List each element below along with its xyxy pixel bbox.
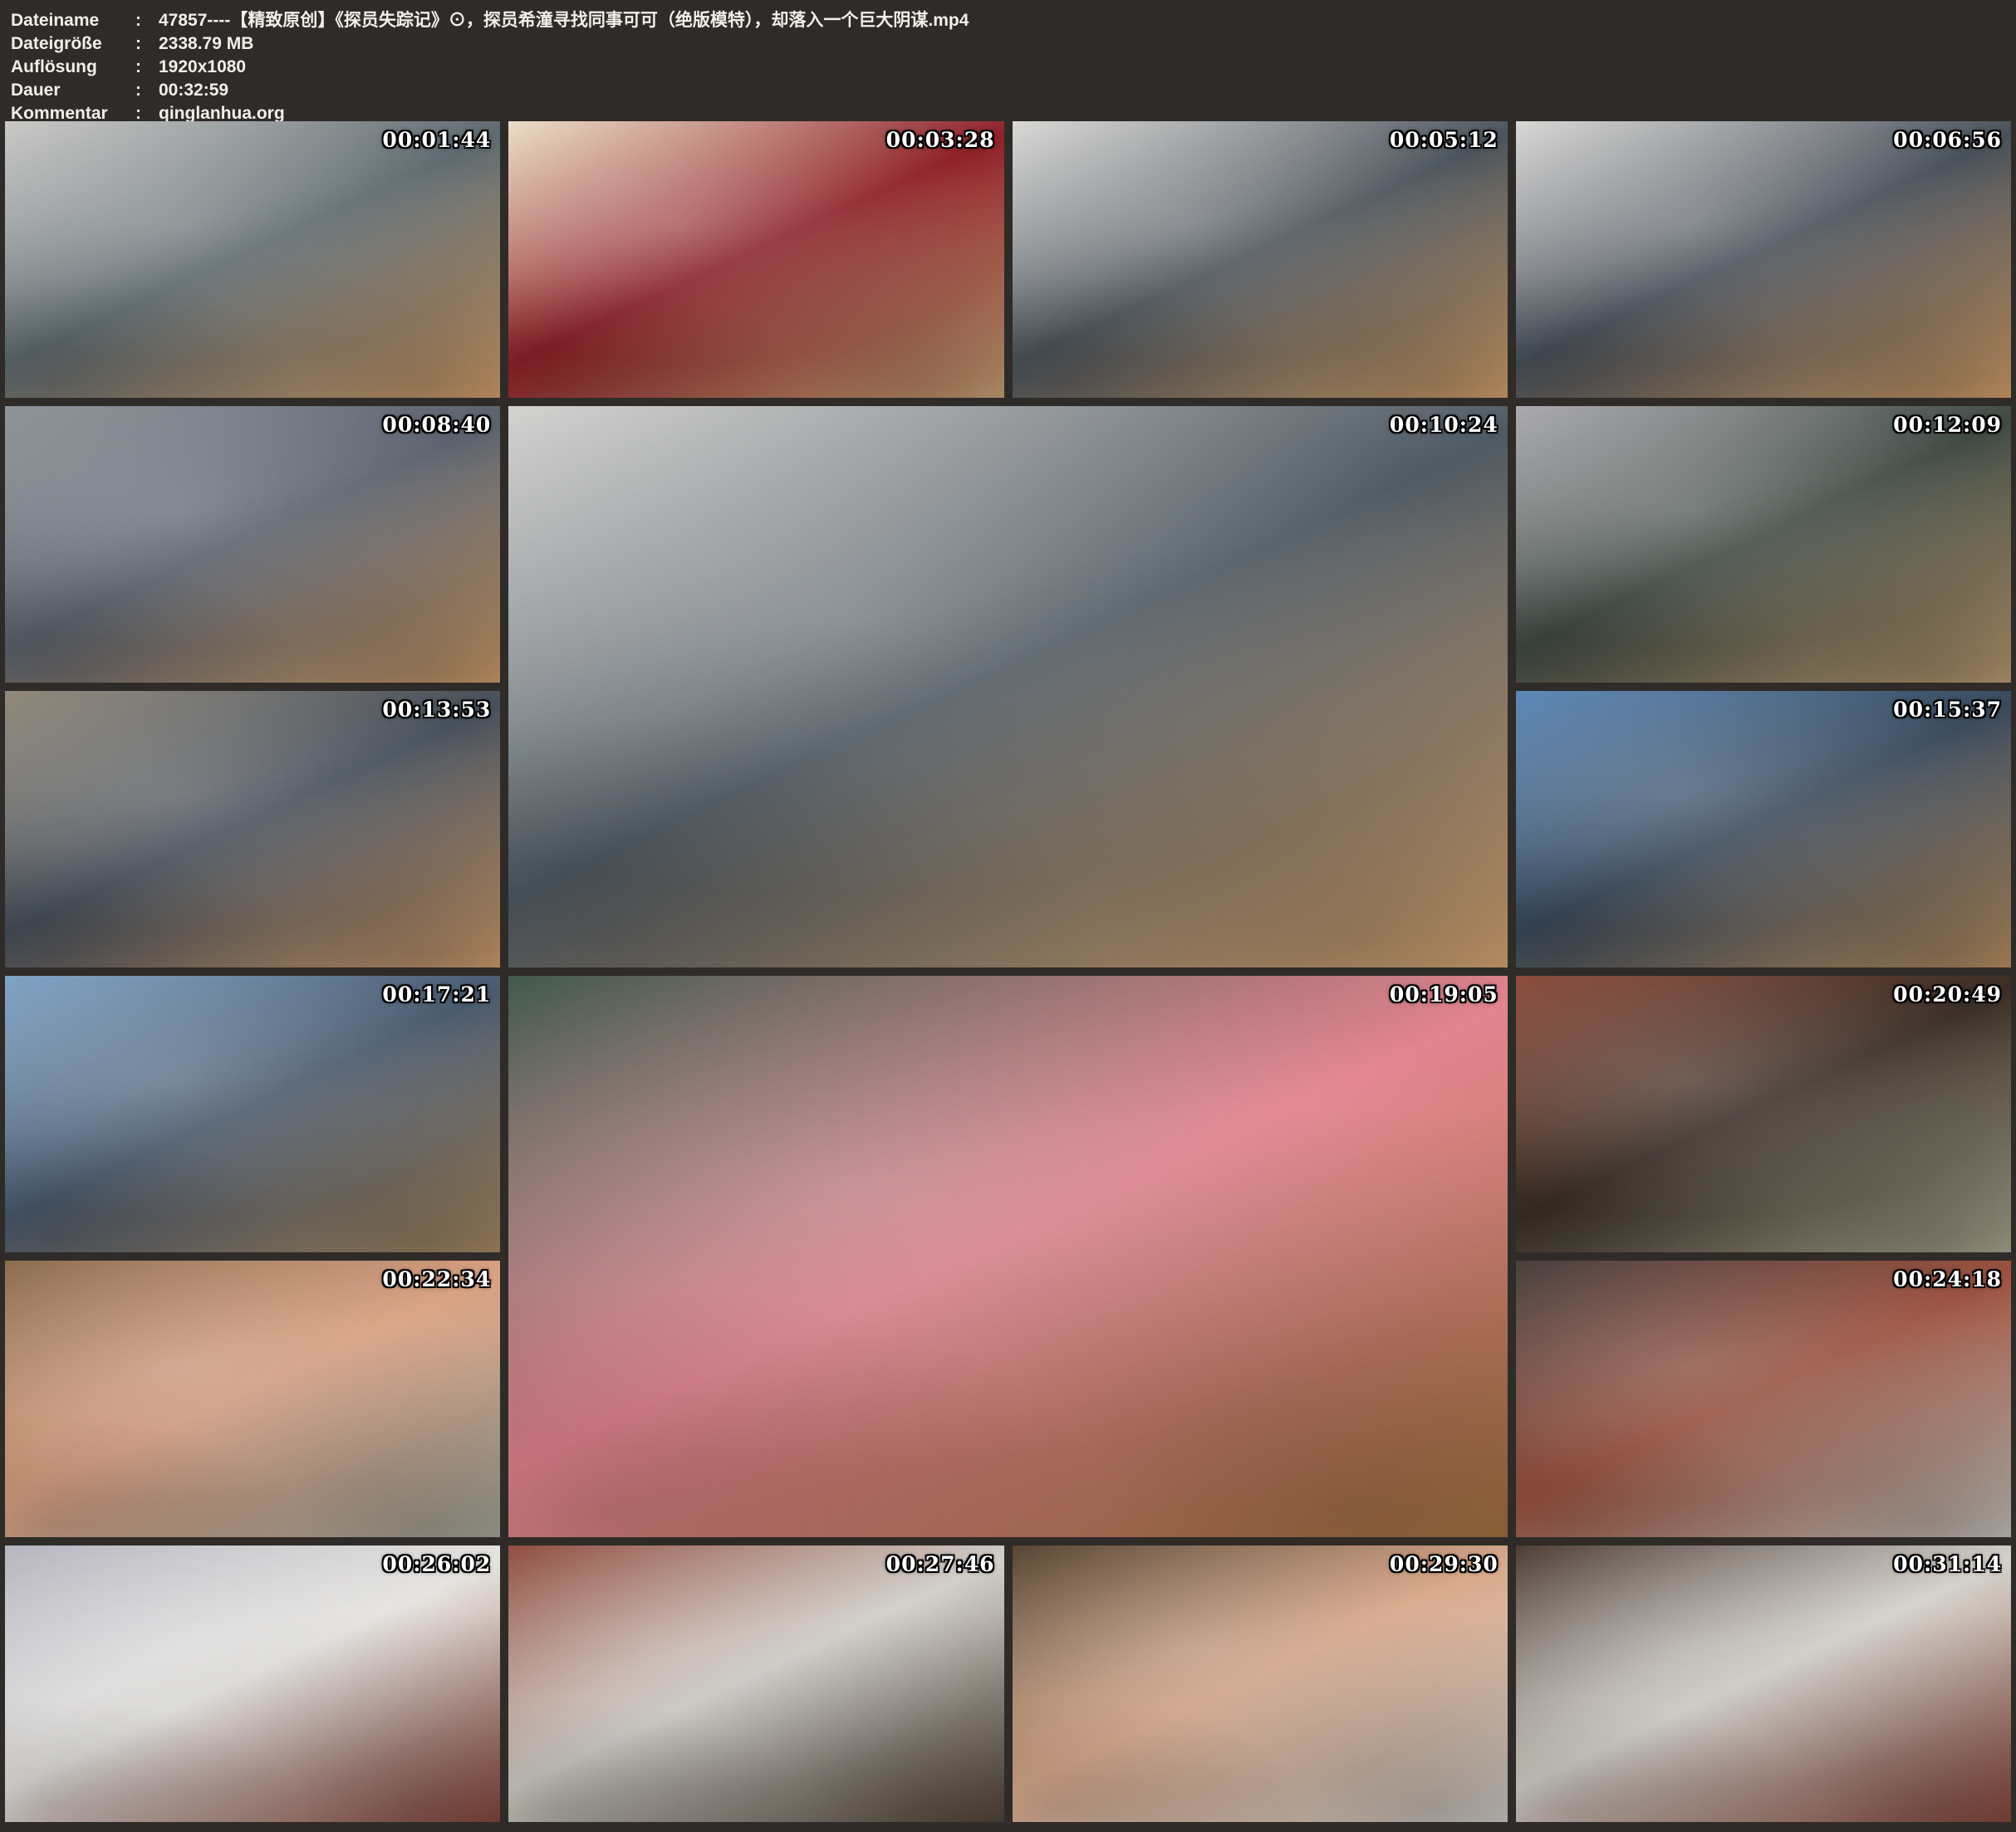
video-thumbnail: 00:26:02 — [5, 1545, 500, 1822]
timestamp-overlay: 00:19:05 — [1390, 982, 1499, 1007]
video-thumbnail: 00:27:46 — [508, 1545, 1003, 1822]
file-info-separator: : — [135, 9, 150, 32]
timestamp-overlay: 00:10:24 — [1390, 413, 1499, 437]
file-info-label: Auflösung — [11, 56, 135, 79]
video-thumbnail: 00:03:28 — [508, 121, 1003, 398]
timestamp-overlay: 00:24:18 — [1893, 1267, 2002, 1291]
video-thumbnail: 00:13:53 — [5, 691, 500, 967]
video-thumbnail: 00:01:44 — [5, 121, 500, 398]
video-thumbnail-large: 00:19:05 — [508, 976, 1508, 1537]
video-thumbnail: 00:08:40 — [5, 406, 500, 683]
timestamp-overlay: 00:08:40 — [382, 413, 491, 437]
filesize-value: 2338.79 MB — [159, 32, 253, 56]
timestamp-overlay: 00:26:02 — [382, 1552, 491, 1576]
resolution-value: 1920x1080 — [159, 56, 246, 79]
video-thumbnail: 00:29:30 — [1013, 1545, 1508, 1822]
file-info-label: Dateigröße — [11, 32, 135, 56]
timestamp-overlay: 00:27:46 — [886, 1552, 995, 1576]
timestamp-overlay: 00:20:49 — [1893, 982, 2002, 1007]
file-info-separator: : — [135, 79, 150, 102]
video-thumbnail: 00:22:34 — [5, 1261, 500, 1537]
video-thumbnail: 00:24:18 — [1516, 1261, 2011, 1537]
timestamp-overlay: 00:13:53 — [382, 698, 491, 722]
file-info-label: Dauer — [11, 79, 135, 102]
video-thumbnail: 00:06:56 — [1516, 121, 2011, 398]
timestamp-overlay: 00:03:28 — [886, 128, 995, 152]
filename-value: 47857----【精致原创】《探员失踪记》⊙，探员希潼寻找同事可可（绝版模特）… — [159, 9, 969, 32]
thumbnail-grid: 00:01:44 00:03:28 00:05:12 00:06:56 00:0… — [5, 121, 2011, 1822]
file-info-header: Dateiname : 47857----【精致原创】《探员失踪记》⊙，探员希潼… — [0, 0, 2016, 121]
file-info-row: Auflösung : 1920x1080 — [11, 56, 2004, 79]
duration-value: 00:32:59 — [159, 79, 228, 102]
timestamp-overlay: 00:05:12 — [1390, 128, 1499, 152]
file-info-separator: : — [135, 56, 150, 79]
timestamp-overlay: 00:06:56 — [1893, 128, 2002, 152]
timestamp-overlay: 00:31:14 — [1893, 1552, 2002, 1576]
file-info-label: Dateiname — [11, 9, 135, 32]
video-thumbnail: 00:17:21 — [5, 976, 500, 1252]
timestamp-overlay: 00:01:44 — [382, 128, 491, 152]
timestamp-overlay: 00:22:34 — [382, 1267, 491, 1291]
timestamp-overlay: 00:17:21 — [382, 982, 491, 1007]
file-info-row: Dateigröße : 2338.79 MB — [11, 32, 2004, 56]
file-info-separator: : — [135, 32, 150, 56]
timestamp-overlay: 00:29:30 — [1390, 1552, 1499, 1576]
timestamp-overlay: 00:12:09 — [1893, 413, 2002, 437]
video-thumbnail: 00:20:49 — [1516, 976, 2011, 1252]
file-info-row: Dateiname : 47857----【精致原创】《探员失踪记》⊙，探员希潼… — [11, 9, 2004, 32]
video-thumbnail: 00:31:14 — [1516, 1545, 2011, 1822]
timestamp-overlay: 00:15:37 — [1893, 698, 2002, 722]
video-thumbnail: 00:12:09 — [1516, 406, 2011, 683]
video-thumbnail: 00:05:12 — [1013, 121, 1508, 398]
video-thumbnail-large: 00:10:24 — [508, 406, 1508, 967]
file-info-row: Dauer : 00:32:59 — [11, 79, 2004, 102]
video-thumbnail: 00:15:37 — [1516, 691, 2011, 967]
